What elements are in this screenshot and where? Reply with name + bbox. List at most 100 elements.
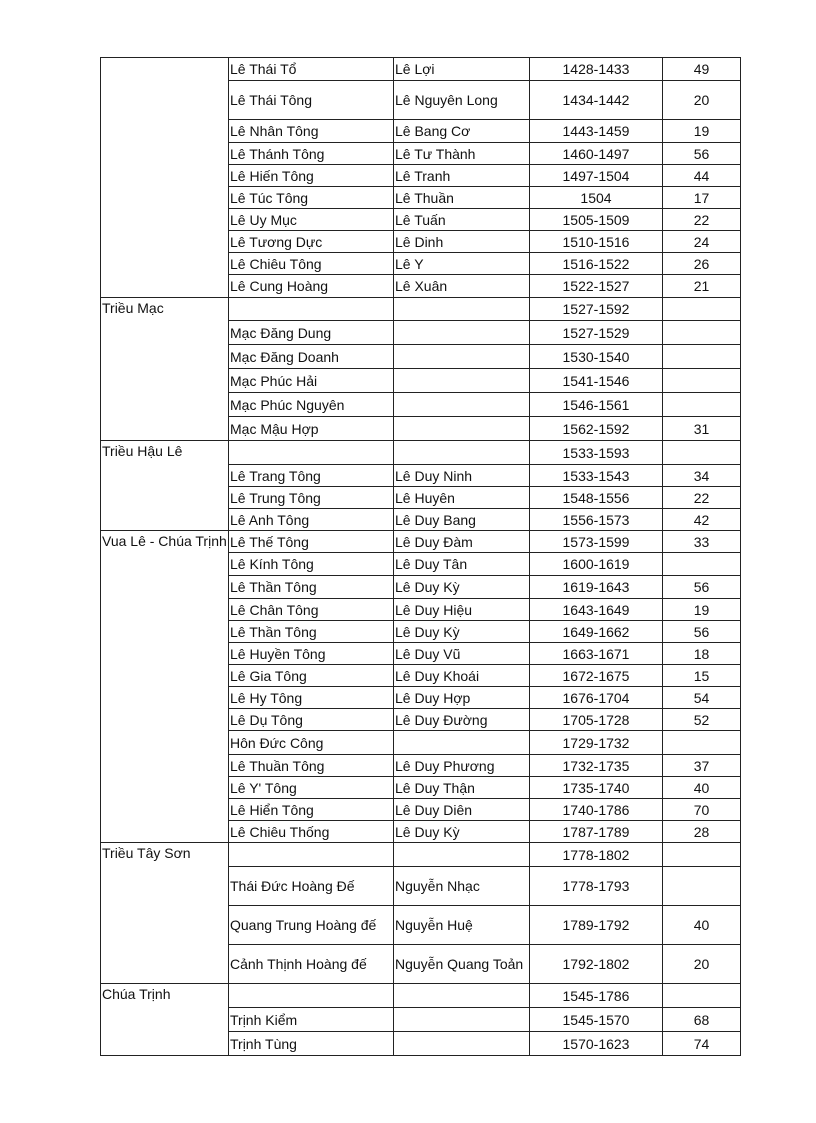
reign-period-cell: 1546-1561 — [529, 392, 663, 417]
personal-name-cell: Lê Y — [393, 252, 530, 275]
reign-name-cell: Lê Dụ Tông — [228, 708, 394, 731]
personal-name-cell — [393, 1007, 530, 1032]
personal-name-cell — [393, 983, 530, 1008]
reign-name-cell: Lê Gia Tông — [228, 664, 394, 687]
reign-period-cell: 1570-1623 — [529, 1031, 663, 1056]
reign-name-cell: Lê Y' Tông — [228, 776, 394, 799]
table-row: Lê Thái Tổ Lê Lợi 1428-1433 49 — [100, 57, 741, 298]
personal-name-cell — [393, 730, 530, 755]
age-cell: 54 — [662, 686, 741, 709]
dynasty-cell: Triều Hậu Lê — [100, 440, 229, 531]
age-cell: 52 — [662, 708, 741, 731]
age-cell — [662, 320, 741, 345]
personal-name-cell — [393, 297, 530, 321]
reign-name-cell: Lê Thế Tông — [228, 530, 394, 553]
reign-period-cell: 1556-1573 — [529, 508, 663, 531]
personal-name-cell: Lê Tuấn — [393, 208, 530, 231]
reign-name-cell: Mạc Đăng Doanh — [228, 344, 394, 369]
reign-period-cell: 1740-1786 — [529, 798, 663, 821]
reign-name-cell: Trịnh Kiểm — [228, 1007, 394, 1032]
dynasty-cell — [100, 57, 229, 298]
personal-name-cell — [393, 344, 530, 369]
personal-name-cell: Nguyễn Quang Toản — [393, 944, 530, 984]
age-cell — [662, 842, 741, 867]
reign-name-cell: Lê Nhân Tông — [228, 119, 394, 143]
reign-name-cell: Lê Thuần Tông — [228, 754, 394, 777]
reign-period-cell: 1676-1704 — [529, 686, 663, 709]
age-cell: 70 — [662, 798, 741, 821]
reign-period-cell: 1516-1522 — [529, 252, 663, 275]
reign-name-cell: Cảnh Thịnh Hoàng đế — [228, 944, 394, 984]
age-cell: 19 — [662, 598, 741, 621]
table-row: Chúa Trịnh 1545-1786 — [100, 983, 741, 1056]
reign-name-cell: Thái Đức Hoàng Đế — [228, 866, 394, 906]
reign-period-cell: 1735-1740 — [529, 776, 663, 799]
personal-name-cell: Lê Duy Khoái — [393, 664, 530, 687]
personal-name-cell: Lê Thuần — [393, 186, 530, 209]
age-cell: 33 — [662, 530, 741, 553]
personal-name-cell: Nguyễn Huệ — [393, 905, 530, 945]
personal-name-cell: Lê Nguyên Long — [393, 80, 530, 120]
reign-period-cell: 1545-1786 — [529, 983, 663, 1008]
reign-period-cell: 1530-1540 — [529, 344, 663, 369]
reign-period-cell: 1600-1619 — [529, 552, 663, 576]
reign-name-cell: Lê Hy Tông — [228, 686, 394, 709]
reign-period-cell: 1729-1732 — [529, 730, 663, 755]
table-row: Triều Tây Sơn 1778-1802 — [100, 842, 741, 984]
reign-period-cell: 1619-1643 — [529, 575, 663, 599]
reign-period-cell: 1672-1675 — [529, 664, 663, 687]
table-row: Vua Lê - Chúa Trịnh Lê Thế Tông Lê Duy Đàm… — [100, 530, 741, 843]
age-cell: 22 — [662, 208, 741, 231]
personal-name-cell — [393, 440, 530, 465]
reign-name-cell: Lê Hiến Tông — [228, 164, 394, 187]
personal-name-cell — [393, 1031, 530, 1056]
reign-period-cell: 1460-1497 — [529, 142, 663, 165]
reign-name-cell: Lê Thần Tông — [228, 620, 394, 643]
personal-name-cell: Lê Duy Bang — [393, 508, 530, 531]
reign-period-cell: 1527-1592 — [529, 297, 663, 321]
reign-name-cell — [228, 983, 394, 1008]
personal-name-cell: Lê Lợi — [393, 57, 530, 81]
personal-name-cell — [393, 416, 530, 441]
reign-period-cell: 1541-1546 — [529, 368, 663, 393]
age-cell — [662, 392, 741, 417]
reign-period-cell: 1434-1442 — [529, 80, 663, 120]
age-cell: 56 — [662, 575, 741, 599]
reign-name-cell: Lê Hiển Tông — [228, 798, 394, 821]
age-cell: 31 — [662, 416, 741, 441]
dynasty-cell: Vua Lê - Chúa Trịnh — [100, 530, 229, 843]
personal-name-cell: Lê Huyên — [393, 486, 530, 509]
personal-name-cell: Lê Duy Diên — [393, 798, 530, 821]
reign-name-cell: Trịnh Tùng — [228, 1031, 394, 1056]
personal-name-cell: Lê Dinh — [393, 230, 530, 253]
reign-period-cell: 1533-1543 — [529, 464, 663, 487]
age-cell: 28 — [662, 820, 741, 843]
reign-period-cell: 1497-1504 — [529, 164, 663, 187]
personal-name-cell — [393, 320, 530, 345]
reign-name-cell: Mạc Đăng Dung — [228, 320, 394, 345]
age-cell: 42 — [662, 508, 741, 531]
personal-name-cell: Lê Duy Ninh — [393, 464, 530, 487]
age-cell: 40 — [662, 776, 741, 799]
age-cell: 74 — [662, 1031, 741, 1056]
reign-name-cell: Lê Thái Tông — [228, 80, 394, 120]
reign-name-cell: Lê Cung Hoàng — [228, 274, 394, 298]
age-cell: 40 — [662, 905, 741, 945]
age-cell — [662, 344, 741, 369]
age-cell: 68 — [662, 1007, 741, 1032]
age-cell: 20 — [662, 944, 741, 984]
age-cell: 15 — [662, 664, 741, 687]
reign-name-cell — [228, 842, 394, 867]
age-cell: 17 — [662, 186, 741, 209]
reign-table-body: Lê Thái Tổ Lê Lợi 1428-1433 49 Lê Thái Tông L… — [100, 57, 741, 1056]
reign-name-cell — [228, 297, 394, 321]
age-cell — [662, 866, 741, 906]
reign-period-cell: 1522-1527 — [529, 274, 663, 298]
reign-name-cell: Hôn Đức Công — [228, 730, 394, 755]
personal-name-cell: Lê Duy Vũ — [393, 642, 530, 665]
reign-period-cell: 1548-1556 — [529, 486, 663, 509]
reign-name-cell: Lê Thần Tông — [228, 575, 394, 599]
reign-period-cell: 1778-1802 — [529, 842, 663, 867]
age-cell — [662, 552, 741, 576]
reign-period-cell: 1533-1593 — [529, 440, 663, 465]
